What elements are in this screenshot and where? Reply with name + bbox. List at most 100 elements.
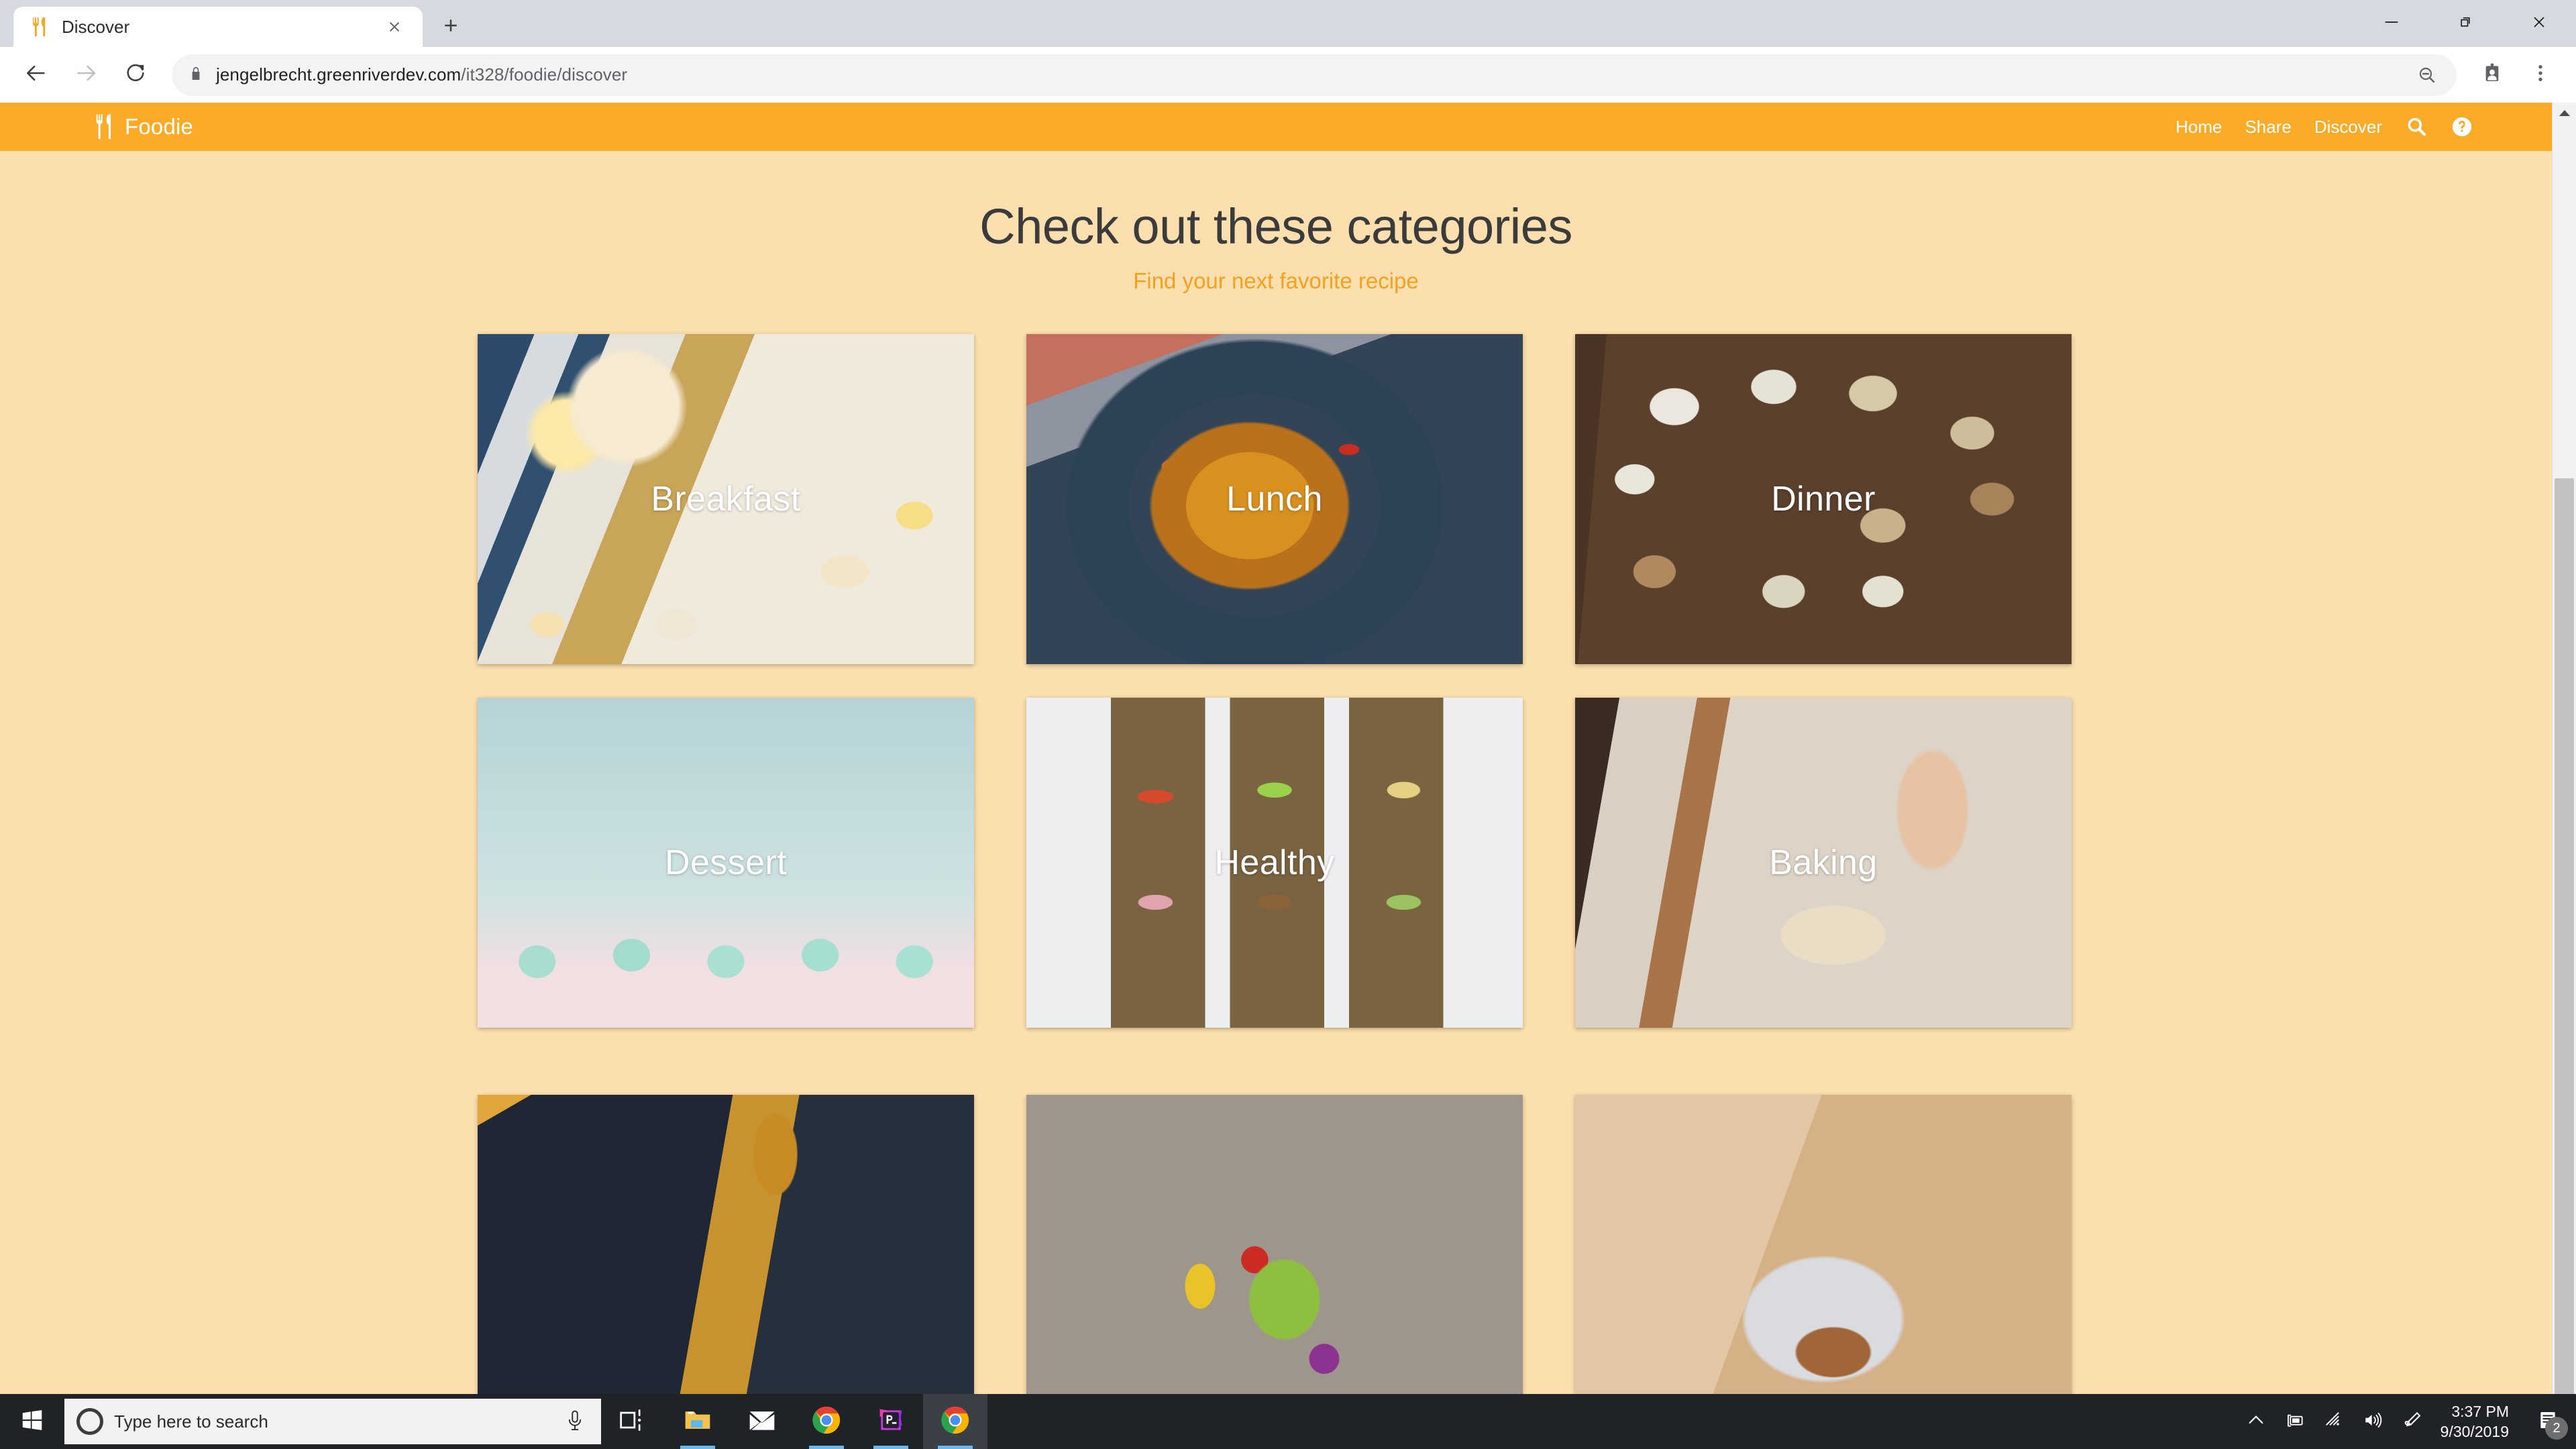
system-tray: 3:37 PM 9/30/2019 2	[2237, 1394, 2576, 1449]
page-content: Check out these categories Find your nex…	[0, 151, 2552, 1426]
new-tab-button[interactable]	[428, 7, 474, 47]
network-button[interactable]	[2314, 1394, 2353, 1449]
volume-button[interactable]	[2353, 1394, 2392, 1449]
battery-charging-icon	[2284, 1409, 2306, 1434]
clock-date: 9/30/2019	[2440, 1423, 2509, 1440]
clock-time: 3:37 PM	[2451, 1402, 2509, 1420]
lock-icon	[188, 66, 204, 85]
chrome-icon	[941, 1405, 970, 1438]
page-scrollbar[interactable]	[2552, 103, 2576, 1449]
site-nav-links: Home Share Discover	[2164, 115, 2485, 138]
zoom-out-icon[interactable]	[2414, 62, 2440, 89]
forward-button[interactable]	[63, 52, 109, 98]
category-card-dinner[interactable]: Dinner	[1575, 334, 2072, 665]
photoshop-button[interactable]	[859, 1394, 923, 1449]
pen-icon	[2401, 1409, 2422, 1434]
tab-strip: Discover	[0, 7, 474, 47]
page-title: Check out these categories	[979, 199, 1572, 254]
nav-link-home[interactable]: Home	[2164, 117, 2233, 138]
fork-knife-icon	[93, 113, 115, 140]
category-label	[478, 1095, 974, 1425]
url-text: jengelbrecht.greenriverdev.com/it328/foo…	[216, 64, 627, 85]
back-button[interactable]	[13, 52, 59, 98]
browser-toolbar: jengelbrecht.greenriverdev.com/it328/foo…	[0, 47, 2576, 103]
plus-icon	[441, 15, 461, 39]
browser-menu-button[interactable]	[2518, 53, 2563, 97]
category-label: Lunch	[1226, 480, 1323, 519]
address-bar[interactable]: jengelbrecht.greenriverdev.com/it328/foo…	[172, 54, 2457, 96]
chrome-button[interactable]	[794, 1394, 859, 1449]
category-card-healthy[interactable]: Healthy	[1026, 698, 1523, 1028]
scroll-up-button[interactable]	[2553, 103, 2576, 127]
category-label: Breakfast	[651, 480, 801, 519]
close-icon[interactable]	[381, 13, 408, 40]
restore-button[interactable]	[2428, 0, 2502, 47]
category-card-vegetarian[interactable]	[1026, 1095, 1523, 1426]
photoshop-icon	[876, 1405, 906, 1438]
arrow-right-icon	[74, 62, 97, 88]
windows-start-icon	[19, 1407, 45, 1436]
search-icon[interactable]	[2394, 115, 2439, 138]
envelope-icon	[747, 1405, 777, 1438]
category-card-dessert[interactable]: Dessert	[478, 698, 974, 1028]
taskbar-apps	[601, 1394, 987, 1449]
windows-taskbar: Type here to search 3:37 PM 9/30/2019 2	[0, 1394, 2576, 1449]
url-domain: jengelbrecht.greenriverdev.com	[216, 64, 462, 85]
nav-link-discover[interactable]: Discover	[2303, 117, 2394, 138]
fork-knife-icon	[28, 15, 51, 38]
show-hidden-icons-button[interactable]	[2237, 1394, 2275, 1449]
chevron-up-icon	[2245, 1409, 2267, 1434]
category-card-lunch[interactable]: Lunch	[1026, 334, 1523, 665]
page-subtitle: Find your next favorite recipe	[1133, 268, 1419, 294]
window-controls	[2355, 0, 2576, 47]
reload-icon	[124, 62, 147, 88]
start-button[interactable]	[0, 1394, 64, 1449]
web-page: Foodie Home Share Discover Check out the…	[0, 103, 2552, 1449]
close-icon	[2530, 13, 2548, 35]
microphone-icon[interactable]	[565, 1409, 585, 1434]
action-center-button[interactable]: 2	[2524, 1394, 2572, 1449]
reload-button[interactable]	[113, 52, 158, 98]
category-label: Dinner	[1771, 480, 1876, 519]
nav-link-share[interactable]: Share	[2233, 117, 2302, 138]
battery-button[interactable]	[2275, 1394, 2314, 1449]
minimize-icon	[2382, 13, 2401, 35]
help-circle-icon[interactable]	[2439, 115, 2485, 138]
cortana-circle-icon	[76, 1408, 103, 1435]
category-card-baking[interactable]: Baking	[1575, 698, 2072, 1028]
category-label	[1575, 1095, 2072, 1425]
category-label	[1026, 1095, 1523, 1425]
site-logo[interactable]: Foodie	[93, 113, 193, 140]
mail-button[interactable]	[730, 1394, 794, 1449]
restore-icon	[2456, 13, 2475, 35]
taskbar-search[interactable]: Type here to search	[64, 1399, 601, 1444]
scrollbar-thumb[interactable]	[2555, 478, 2574, 1449]
category-card-drinks[interactable]	[478, 1095, 974, 1426]
tab-title: Discover	[62, 16, 130, 37]
speaker-icon	[2362, 1409, 2383, 1434]
category-card-snacks[interactable]	[1575, 1095, 2072, 1426]
close-window-button[interactable]	[2502, 0, 2576, 47]
pen-button[interactable]	[2392, 1394, 2431, 1449]
site-navbar: Foodie Home Share Discover	[0, 103, 2552, 151]
wifi-icon	[2323, 1409, 2345, 1434]
task-view-button[interactable]	[601, 1394, 665, 1449]
category-label: Baking	[1769, 843, 1878, 883]
task-view-icon	[619, 1405, 648, 1438]
minimize-button[interactable]	[2355, 0, 2428, 47]
category-grid: Breakfast Lunch Dinner Dessert Healthy B…	[478, 334, 2074, 1426]
folder-icon	[683, 1405, 712, 1438]
chrome-icon	[812, 1405, 841, 1438]
profile-button[interactable]	[2470, 53, 2514, 97]
taskbar-clock[interactable]: 3:37 PM 9/30/2019	[2431, 1394, 2524, 1449]
category-label: Healthy	[1214, 843, 1335, 883]
chrome-active-button[interactable]	[923, 1394, 987, 1449]
file-explorer-button[interactable]	[665, 1394, 730, 1449]
brand-name: Foodie	[125, 114, 194, 139]
category-label: Dessert	[665, 843, 787, 883]
browser-tab[interactable]: Discover	[13, 7, 423, 47]
category-card-breakfast[interactable]: Breakfast	[478, 334, 974, 665]
browser-titlebar: Discover	[0, 0, 2576, 47]
notification-badge: 2	[2545, 1417, 2568, 1440]
page-viewport: Foodie Home Share Discover Check out the…	[0, 103, 2576, 1449]
